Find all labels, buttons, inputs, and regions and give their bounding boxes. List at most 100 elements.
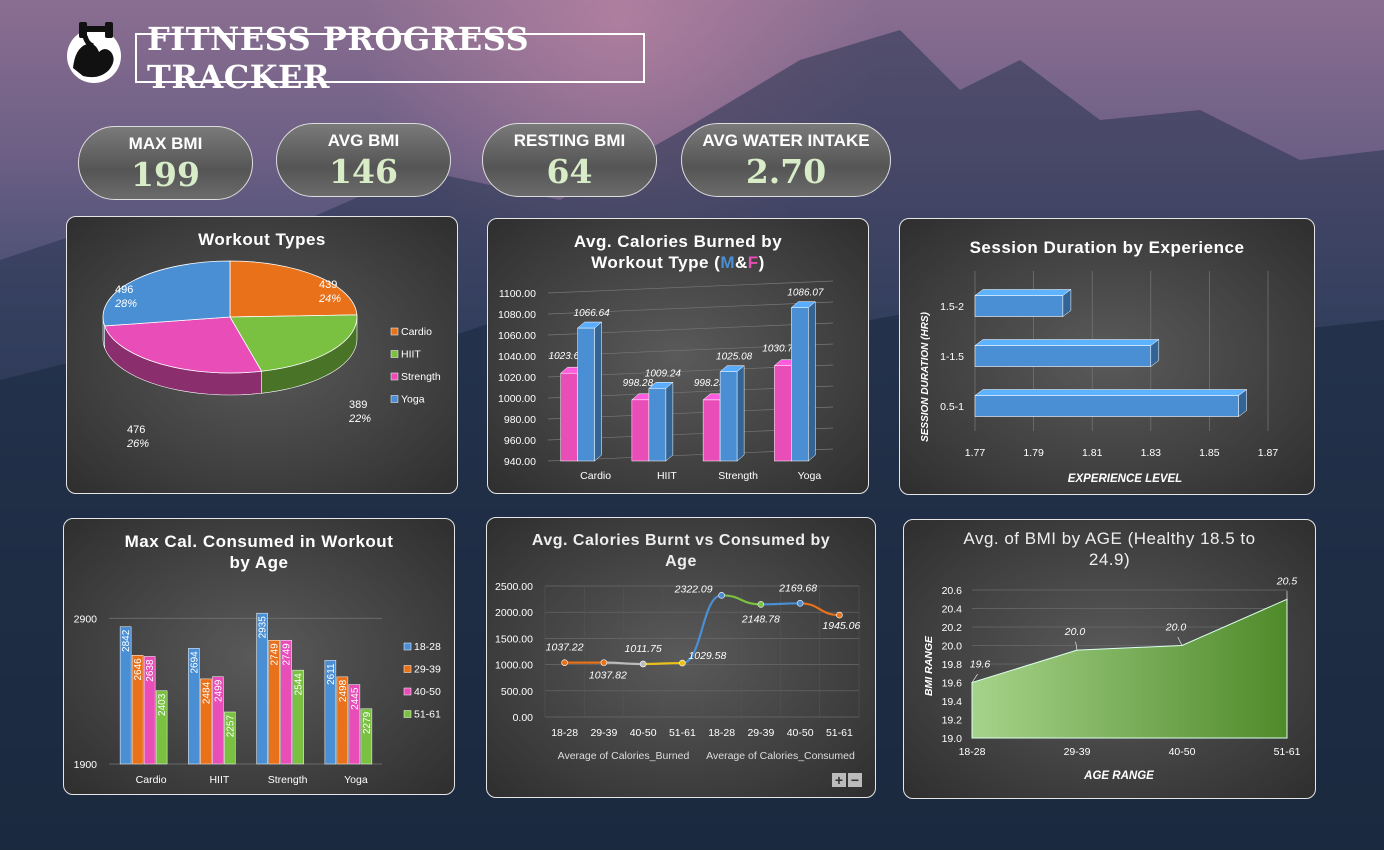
y-axis-title: BMI RANGE (923, 635, 935, 696)
data-label: 2499 (213, 679, 224, 702)
pie-slice-cardio (229, 260, 358, 318)
x-tick-label: 18-28 (708, 727, 735, 739)
x-tick-label: Strength (718, 470, 758, 482)
y-tick-label: 500.00 (501, 686, 533, 698)
data-point (757, 601, 765, 608)
hbar-top (974, 339, 1160, 346)
data-label: 2169.68 (778, 582, 817, 594)
minus-icon: − (851, 772, 859, 788)
bar-front (631, 399, 650, 462)
x-tick-label: 40-50 (787, 727, 814, 739)
legend-swatch-yoga (390, 395, 399, 403)
x-tick-label: 1.79 (1023, 447, 1044, 459)
kpi-resting-bmi: RESTING BMI 64 (482, 123, 657, 197)
bmi-by-age-chart[interactable]: Avg. of BMI by AGE (Healthy 18.5 to 24.9… (903, 519, 1316, 799)
y-tick-label: 19.2 (942, 715, 963, 727)
data-label: 19.6 (970, 659, 991, 671)
data-label: 2322.09 (674, 583, 713, 595)
y-tick-label: 2000.00 (495, 607, 533, 619)
data-label: 1086.07 (787, 288, 824, 299)
data-label: 1011.75 (625, 643, 662, 655)
x-tick-label: Strength (268, 774, 308, 786)
y-tick-label: 20.4 (942, 604, 963, 616)
x-tick-label: Cardio (136, 774, 167, 786)
data-label: 20.0 (1064, 626, 1086, 638)
x-tick-label: 1.83 (1141, 447, 1162, 459)
hbar-front (974, 345, 1152, 367)
calories-bar-svg: 1100.00 1080.00 1060.00 1040.00 1020.00 1000.… (498, 280, 834, 482)
x-tick-label: Cardio (580, 470, 611, 482)
x-tick-label: HIIT (657, 470, 677, 482)
bar-side (736, 365, 745, 462)
x-tick-label: 29-39 (590, 727, 617, 739)
x-tick-label: 29-39 (1064, 746, 1091, 758)
bar-side (594, 321, 602, 462)
y-tick-label: 1000.00 (498, 393, 536, 405)
kpi-label: AVG WATER INTAKE (702, 131, 870, 150)
x-tick-label: 29-39 (747, 727, 774, 739)
session-bar-svg: 1.77 1.79 1.81 1.83 1.85 1.87 1.5-2 1-1.5 0.5-1 E… (920, 271, 1278, 485)
pie-percent-label: 26% (126, 438, 149, 450)
area-fill (971, 598, 1288, 739)
legend-swatch (403, 665, 412, 673)
y-tick-label: 20.2 (942, 622, 963, 634)
kpi-avg-bmi: AVG BMI 146 (276, 123, 451, 197)
pie-percent-label: 28% (114, 298, 137, 310)
hbar-front (974, 395, 1240, 417)
pie-chart-svg: 439 24% 389 22% 476 26% 496 28% Cardio HIIT Streng… (102, 260, 441, 450)
label-leader (1075, 641, 1078, 651)
y-tick-label: 1100.00 (499, 288, 536, 300)
kpi-label: MAX BMI (128, 134, 203, 153)
data-label: 998.28 (623, 378, 654, 389)
legend-label: HIIT (401, 349, 421, 361)
kpi-value: 2.70 (745, 152, 827, 191)
legend-label: Cardio (401, 326, 432, 338)
x-tick-label: Yoga (344, 774, 368, 786)
max-cal-consumed-chart[interactable]: Max Cal. Consumed in Workout by Age 2900… (63, 518, 455, 795)
workout-types-chart[interactable]: Workout Types 439 24% 389 22% 476 26% 496 28% Ca… (66, 216, 458, 494)
bar-front (719, 371, 738, 462)
y-tick-label: 960.00 (504, 435, 536, 447)
y-tick-label: 20.6 (942, 585, 963, 597)
data-label: 1066.64 (574, 308, 611, 319)
bar-front (702, 399, 721, 462)
bar-front (648, 388, 667, 462)
data-label: 2749 (282, 643, 293, 666)
legend-label: 29-39 (414, 664, 441, 676)
group-label: Average of Calories_Burned (558, 750, 690, 762)
calories-burnt-vs-consumed-chart[interactable]: Avg. Calories Burnt vs Consumed by Age 2… (486, 517, 876, 798)
bar-side (665, 381, 674, 462)
x-tick-label: 51-61 (669, 727, 696, 739)
y-tick-label: 1000.00 (495, 660, 533, 672)
legend-label: 51-61 (414, 709, 441, 721)
data-label: 2935 (258, 616, 269, 639)
x-tick-label: 18-28 (959, 746, 986, 758)
y-tick-label: 940.00 (504, 456, 536, 468)
bar-side (808, 301, 816, 462)
x-tick-label: 1.85 (1199, 447, 1220, 459)
line-segment (603, 661, 644, 666)
pie-value-label: 389 (349, 399, 367, 411)
age-bar-svg: 29001900Cardio28422646 26382403HIIT269424… (74, 612, 441, 786)
legend-label: Strength (401, 371, 441, 383)
legend-label: 18-28 (414, 641, 441, 653)
data-point (718, 592, 725, 599)
y-tick-label: 1500.00 (495, 633, 533, 645)
data-label: 2257 (225, 715, 236, 738)
avg-calories-by-workout-chart[interactable]: Avg. Calories Burned by Workout Type (M&… (487, 218, 869, 494)
hbar-top (974, 389, 1248, 396)
data-label: 2403 (157, 693, 168, 716)
y-tick-label: 1060.00 (498, 330, 536, 342)
x-tick-label: 51-61 (826, 727, 853, 739)
data-label: 2749 (270, 643, 281, 666)
pie-percent-label: 24% (318, 293, 341, 305)
session-duration-chart[interactable]: Session Duration by Experience 1.77 1.79 1… (899, 218, 1315, 495)
y-tick-label: 19.4 (942, 696, 963, 708)
data-label: 2148.78 (741, 613, 780, 625)
kpi-max-bmi: MAX BMI 199 (78, 126, 253, 200)
legend-swatch-strength (390, 372, 399, 381)
data-label: 2445 (350, 687, 361, 710)
legend-swatch (403, 710, 412, 718)
data-label: 1009.24 (645, 368, 682, 379)
data-label: 2484 (201, 681, 212, 704)
